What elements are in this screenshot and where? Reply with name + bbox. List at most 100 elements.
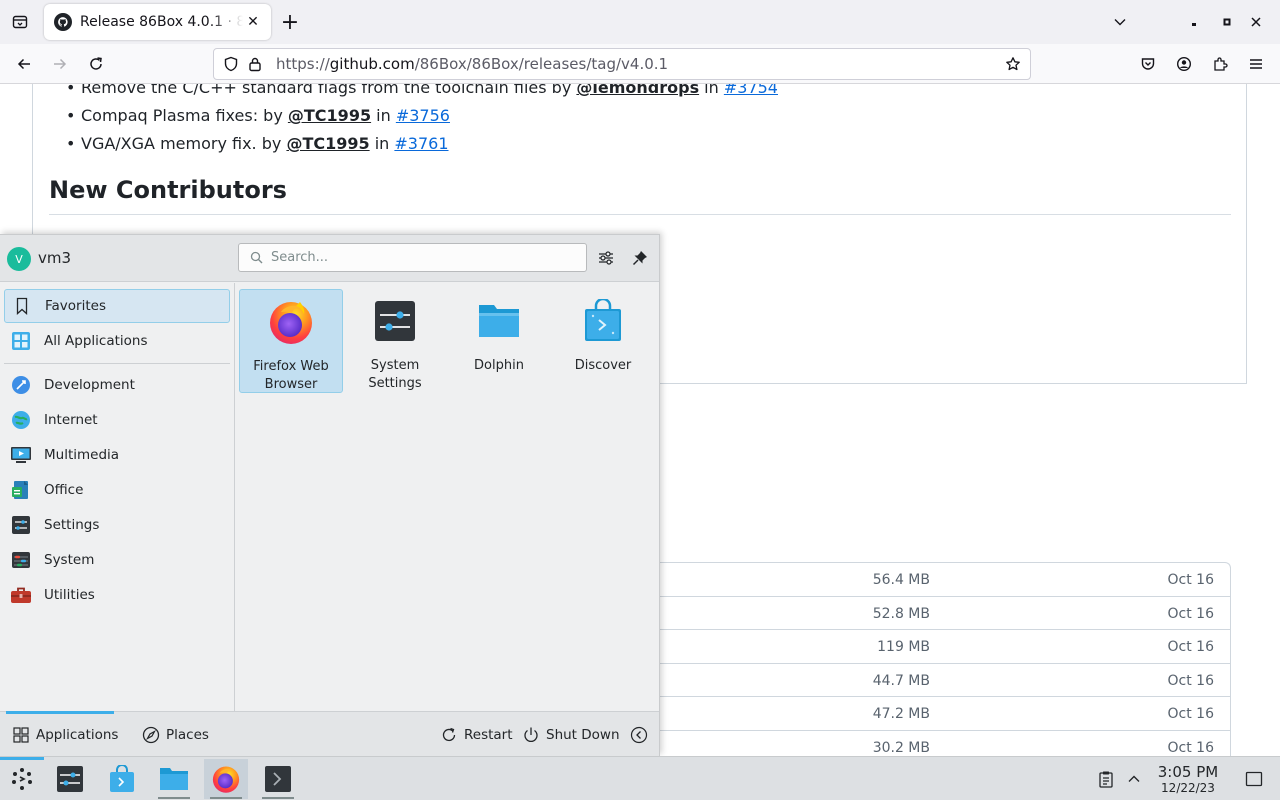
sidebar-item-office[interactable]: Office [4, 473, 230, 507]
sidebar-item-settings[interactable]: Settings [4, 508, 230, 542]
tab-close-icon[interactable]: ✕ [243, 12, 263, 32]
user-link[interactable]: @TC1995 [286, 134, 369, 153]
app-label: Dolphin [474, 358, 524, 373]
forward-icon[interactable] [46, 50, 74, 78]
asset-size: 56.4 MB [872, 572, 930, 588]
asset-row[interactable]: 47.2 MB Oct 16 [601, 697, 1230, 731]
avatar[interactable]: V [5, 245, 33, 273]
back-icon[interactable] [10, 50, 38, 78]
pin-icon[interactable] [628, 246, 652, 270]
internet-icon [10, 409, 32, 431]
shutdown-button[interactable]: Shut Down [522, 724, 620, 746]
clock-date[interactable]: 12/22/23 [1150, 781, 1226, 795]
taskbar-discover[interactable] [100, 759, 144, 799]
sidebar-item-label: Office [44, 482, 84, 498]
chevron-up-icon[interactable] [1124, 769, 1144, 789]
list-all-tabs-icon[interactable] [1106, 8, 1134, 36]
launcher-button[interactable] [0, 757, 44, 799]
tab-list-icon[interactable] [6, 8, 34, 36]
user-link[interactable]: @lemondrops [576, 84, 699, 97]
configure-icon[interactable] [594, 246, 618, 270]
kde-launcher-icon [12, 768, 32, 790]
asset-row[interactable]: 56.4 MB Oct 16 [601, 563, 1230, 597]
asset-date: Oct 16 [1167, 572, 1214, 588]
github-icon [54, 13, 72, 31]
app-label: Firefox Web [253, 359, 329, 374]
close-window-icon[interactable] [1242, 8, 1270, 36]
asset-row[interactable]: 44.7 MB Oct 16 [601, 664, 1230, 698]
changelog-list: Remove the C/C++ standard flags from the… [66, 84, 778, 158]
asset-size: 119 MB [877, 639, 930, 656]
changelog-item: VGA/XGA memory fix. by @TC1995 in #3761 [66, 130, 778, 158]
user-link[interactable]: @TC1995 [288, 106, 371, 125]
taskbar-system-settings[interactable] [48, 759, 92, 799]
tab-applications[interactable]: Applications [12, 724, 118, 746]
sidebar-item-multimedia[interactable]: Multimedia [4, 438, 230, 472]
issue-link[interactable]: #3754 [724, 84, 778, 97]
office-icon [10, 479, 32, 501]
dolphin-folder-icon [160, 768, 188, 790]
minimize-icon[interactable] [1180, 8, 1208, 36]
tab-places[interactable]: Places [142, 724, 209, 746]
asset-date: Oct 16 [1167, 605, 1214, 622]
sidebar-item-label: Internet [44, 412, 98, 428]
sidebar-item-favorites[interactable]: Favorites [4, 289, 230, 323]
sidebar-item-all-applications[interactable]: All Applications [4, 324, 230, 358]
sidebar-item-utilities[interactable]: Utilities [4, 578, 230, 612]
url-path: /86Box/86Box/releases/tag/v4.0.1 [414, 55, 669, 73]
asset-row[interactable]: 52.8 MB Oct 16 [601, 597, 1230, 631]
app-discover[interactable]: Discover [551, 289, 655, 393]
asset-date: Oct 16 [1167, 672, 1214, 689]
new-tab-icon[interactable]: + [276, 8, 304, 36]
issue-link[interactable]: #3761 [394, 134, 448, 153]
url-bar[interactable]: https://github.com/86Box/86Box/releases/… [213, 48, 1031, 80]
sidebar-item-development[interactable]: Development [4, 368, 230, 402]
issue-link[interactable]: #3756 [396, 106, 450, 125]
search-input[interactable] [271, 250, 571, 265]
taskbar-konsole[interactable] [256, 759, 300, 799]
app-dolphin[interactable]: Dolphin [447, 289, 551, 393]
button-label: Restart [464, 727, 513, 743]
sidebar-item-system[interactable]: System [4, 543, 230, 577]
url-prefix: https:// [276, 55, 330, 73]
changelog-in: in [699, 84, 724, 97]
asset-row[interactable]: 30.2 MB Oct 16 [601, 731, 1230, 756]
app-firefox[interactable]: Firefox Web Browser [239, 289, 343, 393]
asset-size: 30.2 MB [872, 739, 930, 756]
terminal-icon [265, 766, 291, 792]
sidebar-item-label: Development [44, 377, 135, 393]
search-box[interactable] [238, 243, 587, 272]
asset-size: 47.2 MB [872, 706, 930, 723]
restart-button[interactable]: Restart [440, 724, 513, 746]
app-label: Settings [368, 376, 422, 391]
clipboard-icon[interactable] [1096, 769, 1116, 789]
clock-time[interactable]: 3:05 PM [1150, 763, 1226, 781]
sidebar-item-label: System [44, 552, 95, 568]
account-icon[interactable] [1170, 50, 1198, 78]
system-icon [10, 549, 32, 571]
url-text[interactable]: https://github.com/86Box/86Box/releases/… [276, 55, 1002, 73]
tab-title: Release 86Box 4.0.1 · 86Box/86Box [80, 14, 243, 30]
power-icon [522, 726, 540, 744]
sidebar-item-internet[interactable]: Internet [4, 403, 230, 437]
browser-tab[interactable]: Release 86Box 4.0.1 · 86Box/86Box ✕ [44, 4, 271, 40]
development-icon [10, 374, 32, 396]
taskbar-dolphin[interactable] [152, 759, 196, 799]
asset-date: Oct 16 [1167, 739, 1214, 756]
bookmark-star-icon[interactable] [1002, 53, 1024, 75]
more-actions-button[interactable] [630, 724, 654, 746]
maximize-icon[interactable] [1213, 8, 1241, 36]
pocket-icon[interactable] [1134, 50, 1162, 78]
lock-icon[interactable] [244, 53, 266, 75]
menu-icon[interactable] [1242, 50, 1270, 78]
extensions-icon[interactable] [1206, 50, 1234, 78]
asset-row[interactable]: 119 MB Oct 16 [601, 630, 1230, 664]
app-label: System [370, 358, 420, 373]
sidebar-item-label: Multimedia [44, 447, 120, 463]
shield-icon[interactable] [220, 53, 242, 75]
taskbar-firefox[interactable] [204, 759, 248, 799]
reload-icon[interactable] [82, 50, 110, 78]
app-system-settings[interactable]: System Settings [343, 289, 447, 393]
show-desktop-icon[interactable] [1244, 769, 1264, 789]
asset-date: Oct 16 [1167, 706, 1214, 723]
